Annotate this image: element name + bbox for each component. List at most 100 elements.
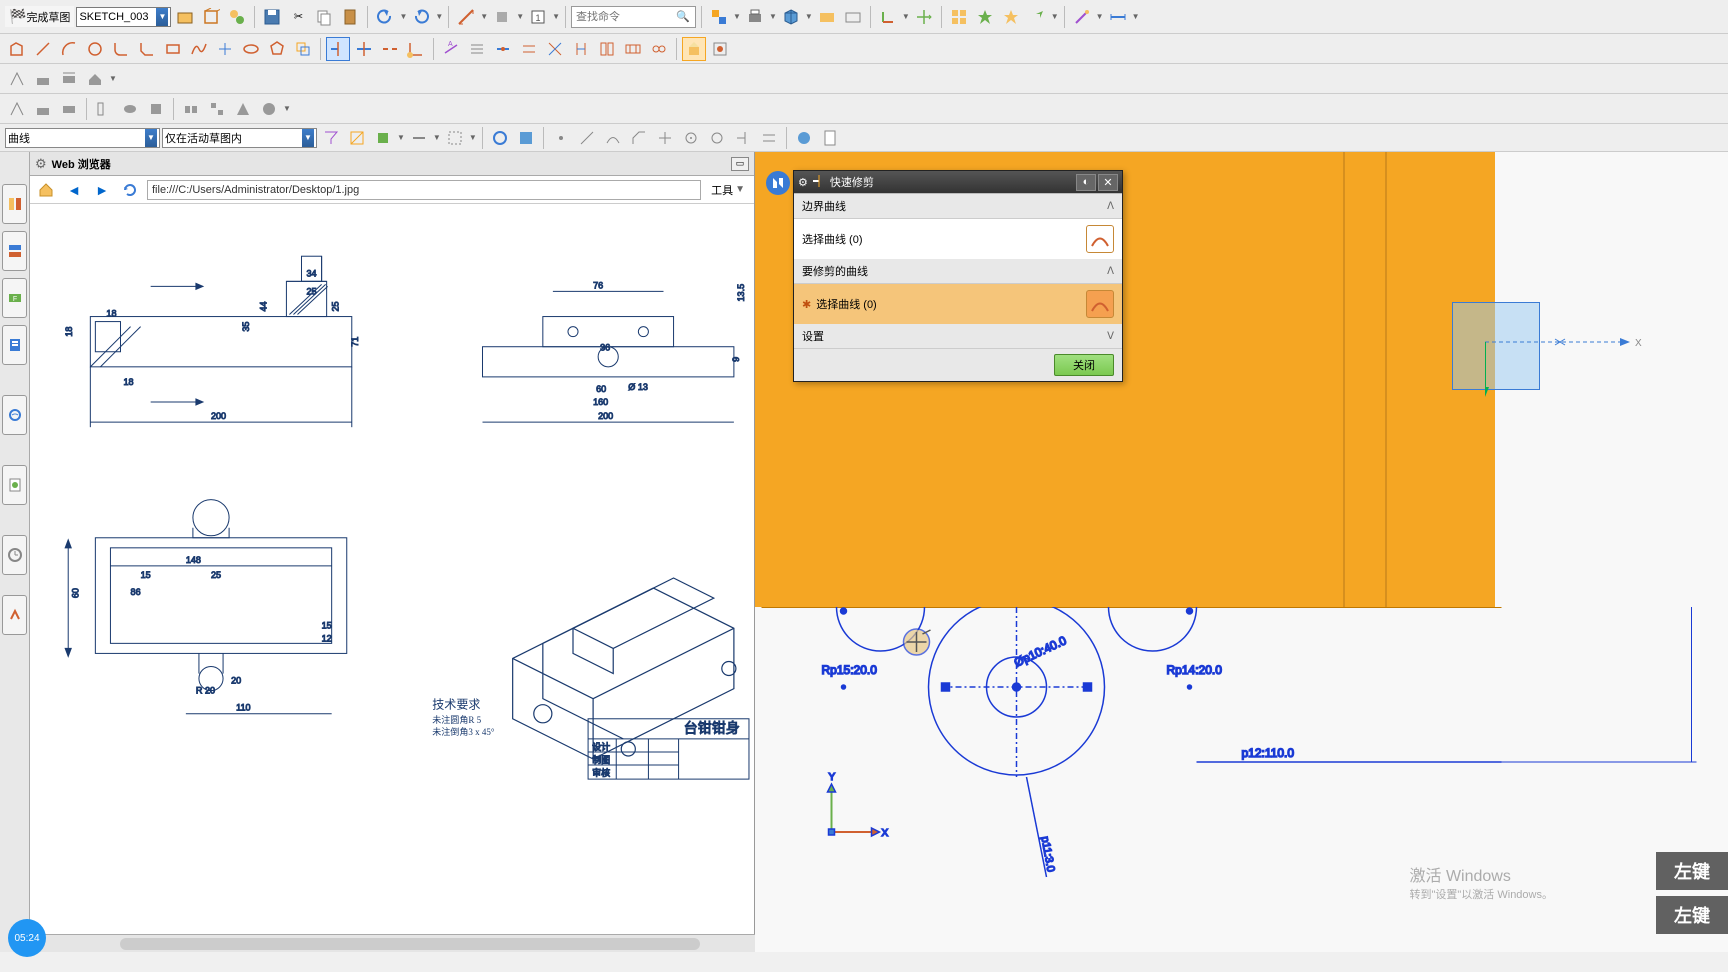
toolbar-btn-wcs[interactable] [876, 5, 900, 29]
sketch-arc[interactable] [57, 37, 81, 61]
toolbar-btn-undo[interactable] [373, 5, 397, 29]
sketch-extend[interactable] [352, 37, 376, 61]
tb4-icon8[interactable] [205, 97, 229, 121]
toolbar-btn-move[interactable] [912, 5, 936, 29]
redo-dropdown[interactable]: ▼ [435, 12, 443, 21]
dialog-close-action-button[interactable]: 关闭 [1054, 354, 1114, 376]
tb5-doc[interactable] [818, 126, 842, 150]
toolbar-btn-box[interactable] [199, 5, 223, 29]
sketch-trim[interactable] [326, 37, 350, 61]
home-button[interactable] [35, 179, 57, 201]
filter-scope-dropdown[interactable]: 仅在活动草图内 ▼ [162, 128, 317, 148]
sketch-constraint3[interactable] [517, 37, 541, 61]
sketch-corner[interactable] [404, 37, 428, 61]
tb3-icon4[interactable] [83, 67, 107, 91]
sketch-profile[interactable] [5, 37, 29, 61]
toolbar-btn-view1[interactable] [707, 5, 731, 29]
tb5-i1[interactable] [319, 126, 343, 150]
toolbar-btn-wand[interactable] [1070, 5, 1094, 29]
toolbar-btn-folder2[interactable] [841, 5, 865, 29]
dialog-section-settings[interactable]: 设置 ᐯ [794, 324, 1122, 349]
toolbar-btn-star1[interactable] [973, 5, 997, 29]
tb5-s4[interactable] [627, 126, 651, 150]
dialog-close-button[interactable]: ✕ [1098, 174, 1118, 191]
sketch-constraint2[interactable] [491, 37, 515, 61]
toolbar-btn-print[interactable] [743, 5, 767, 29]
toolbar-btn-redo[interactable] [409, 5, 433, 29]
tb4-icon1[interactable] [5, 97, 29, 121]
tb4-icon10[interactable] [257, 97, 281, 121]
sketch-constraint6[interactable] [595, 37, 619, 61]
undo-dropdown[interactable]: ▼ [399, 12, 407, 21]
dialog-rollup-button[interactable]: ◐ [1076, 174, 1096, 191]
select-curve-1-label[interactable]: 选择曲线 (0) [802, 231, 863, 247]
tb5-i4[interactable] [407, 126, 431, 150]
tb3-icon1[interactable] [5, 67, 29, 91]
command-search[interactable]: 🔍 [571, 6, 696, 28]
sketch-constraint5[interactable] [569, 37, 593, 61]
left-tab-5[interactable] [2, 395, 27, 435]
toolbar-btn-arrow[interactable] [1025, 5, 1049, 29]
tb3-icon2[interactable] [31, 67, 55, 91]
sketch-rect[interactable] [161, 37, 185, 61]
left-tab-3[interactable]: F [2, 278, 27, 318]
dialog-titlebar[interactable]: ⚙ 快速修剪 ◐ ✕ [794, 171, 1122, 193]
tb5-s8[interactable] [731, 126, 755, 150]
curve-selector-icon-2[interactable] [1086, 290, 1114, 318]
sketch-ellipse[interactable] [239, 37, 263, 61]
sketch-settings[interactable] [708, 37, 732, 61]
tb4-icon9[interactable] [231, 97, 255, 121]
sketch-point[interactable] [213, 37, 237, 61]
left-tab-2[interactable] [2, 231, 27, 271]
toolbar-btn-paste[interactable] [338, 5, 362, 29]
sketch-constraint7[interactable] [621, 37, 645, 61]
toolbar-btn-layer[interactable]: 1 [526, 5, 550, 29]
tb4-icon5[interactable] [118, 97, 142, 121]
sketch-constraint4[interactable] [543, 37, 567, 61]
toolbar-btn-folder1[interactable] [815, 5, 839, 29]
tb5-s5[interactable] [653, 126, 677, 150]
sketch-circle[interactable] [83, 37, 107, 61]
gear-icon[interactable]: ⚙ [35, 156, 47, 172]
toolbar-btn-copy[interactable] [312, 5, 336, 29]
select-curve-2-label[interactable]: 选择曲线 (0) [816, 296, 877, 312]
left-tab-7[interactable] [2, 535, 27, 575]
toolbar-btn-save[interactable] [260, 5, 284, 29]
url-input[interactable]: file:///C:/Users/Administrator/Desktop/1… [147, 180, 701, 200]
forward-button[interactable]: ► [91, 179, 113, 201]
finish-sketch-label[interactable]: 完成草图 [26, 9, 70, 25]
refresh-button[interactable] [119, 179, 141, 201]
sketch-name-dropdown[interactable]: SKETCH_003 ▼ [76, 7, 171, 27]
left-tab-6[interactable] [2, 465, 27, 505]
tb5-i5[interactable] [443, 126, 467, 150]
dialog-section-trim[interactable]: 要修剪的曲线 ᐱ [794, 259, 1122, 284]
toolbar-btn-fill[interactable] [490, 5, 514, 29]
tb5-s2[interactable] [575, 126, 599, 150]
toolbar-btn-measure[interactable] [454, 5, 478, 29]
command-search-input[interactable] [576, 11, 676, 23]
sketch-chamfer[interactable] [135, 37, 159, 61]
left-tab-4[interactable] [2, 325, 27, 365]
sketch-line[interactable] [31, 37, 55, 61]
tb4-icon2[interactable] [31, 97, 55, 121]
dialog-section-boundary[interactable]: 边界曲线 ᐱ [794, 194, 1122, 219]
filter-type-dropdown[interactable]: 曲线 ▼ [5, 128, 160, 148]
toolbar-btn-star2[interactable] [999, 5, 1023, 29]
left-tab-1[interactable] [2, 184, 27, 224]
tb4-icon4[interactable] [92, 97, 116, 121]
tools-dropdown[interactable]: 工具▼ [707, 182, 749, 198]
sketch-dimension[interactable]: A [439, 37, 463, 61]
sketch-project[interactable] [682, 37, 706, 61]
sketch-intersection[interactable] [291, 37, 315, 61]
tb3-icon3[interactable] [57, 67, 81, 91]
sketch-break[interactable] [378, 37, 402, 61]
tb5-s7[interactable] [705, 126, 729, 150]
left-tab-8[interactable] [2, 595, 27, 635]
back-button[interactable]: ◄ [63, 179, 85, 201]
tb5-i2[interactable] [345, 126, 369, 150]
toolbar-btn-grid[interactable] [947, 5, 971, 29]
sketch-spline[interactable] [187, 37, 211, 61]
tb5-glob[interactable] [792, 126, 816, 150]
minimize-button[interactable]: ▭ [731, 157, 749, 171]
curve-selector-icon-1[interactable] [1086, 225, 1114, 253]
